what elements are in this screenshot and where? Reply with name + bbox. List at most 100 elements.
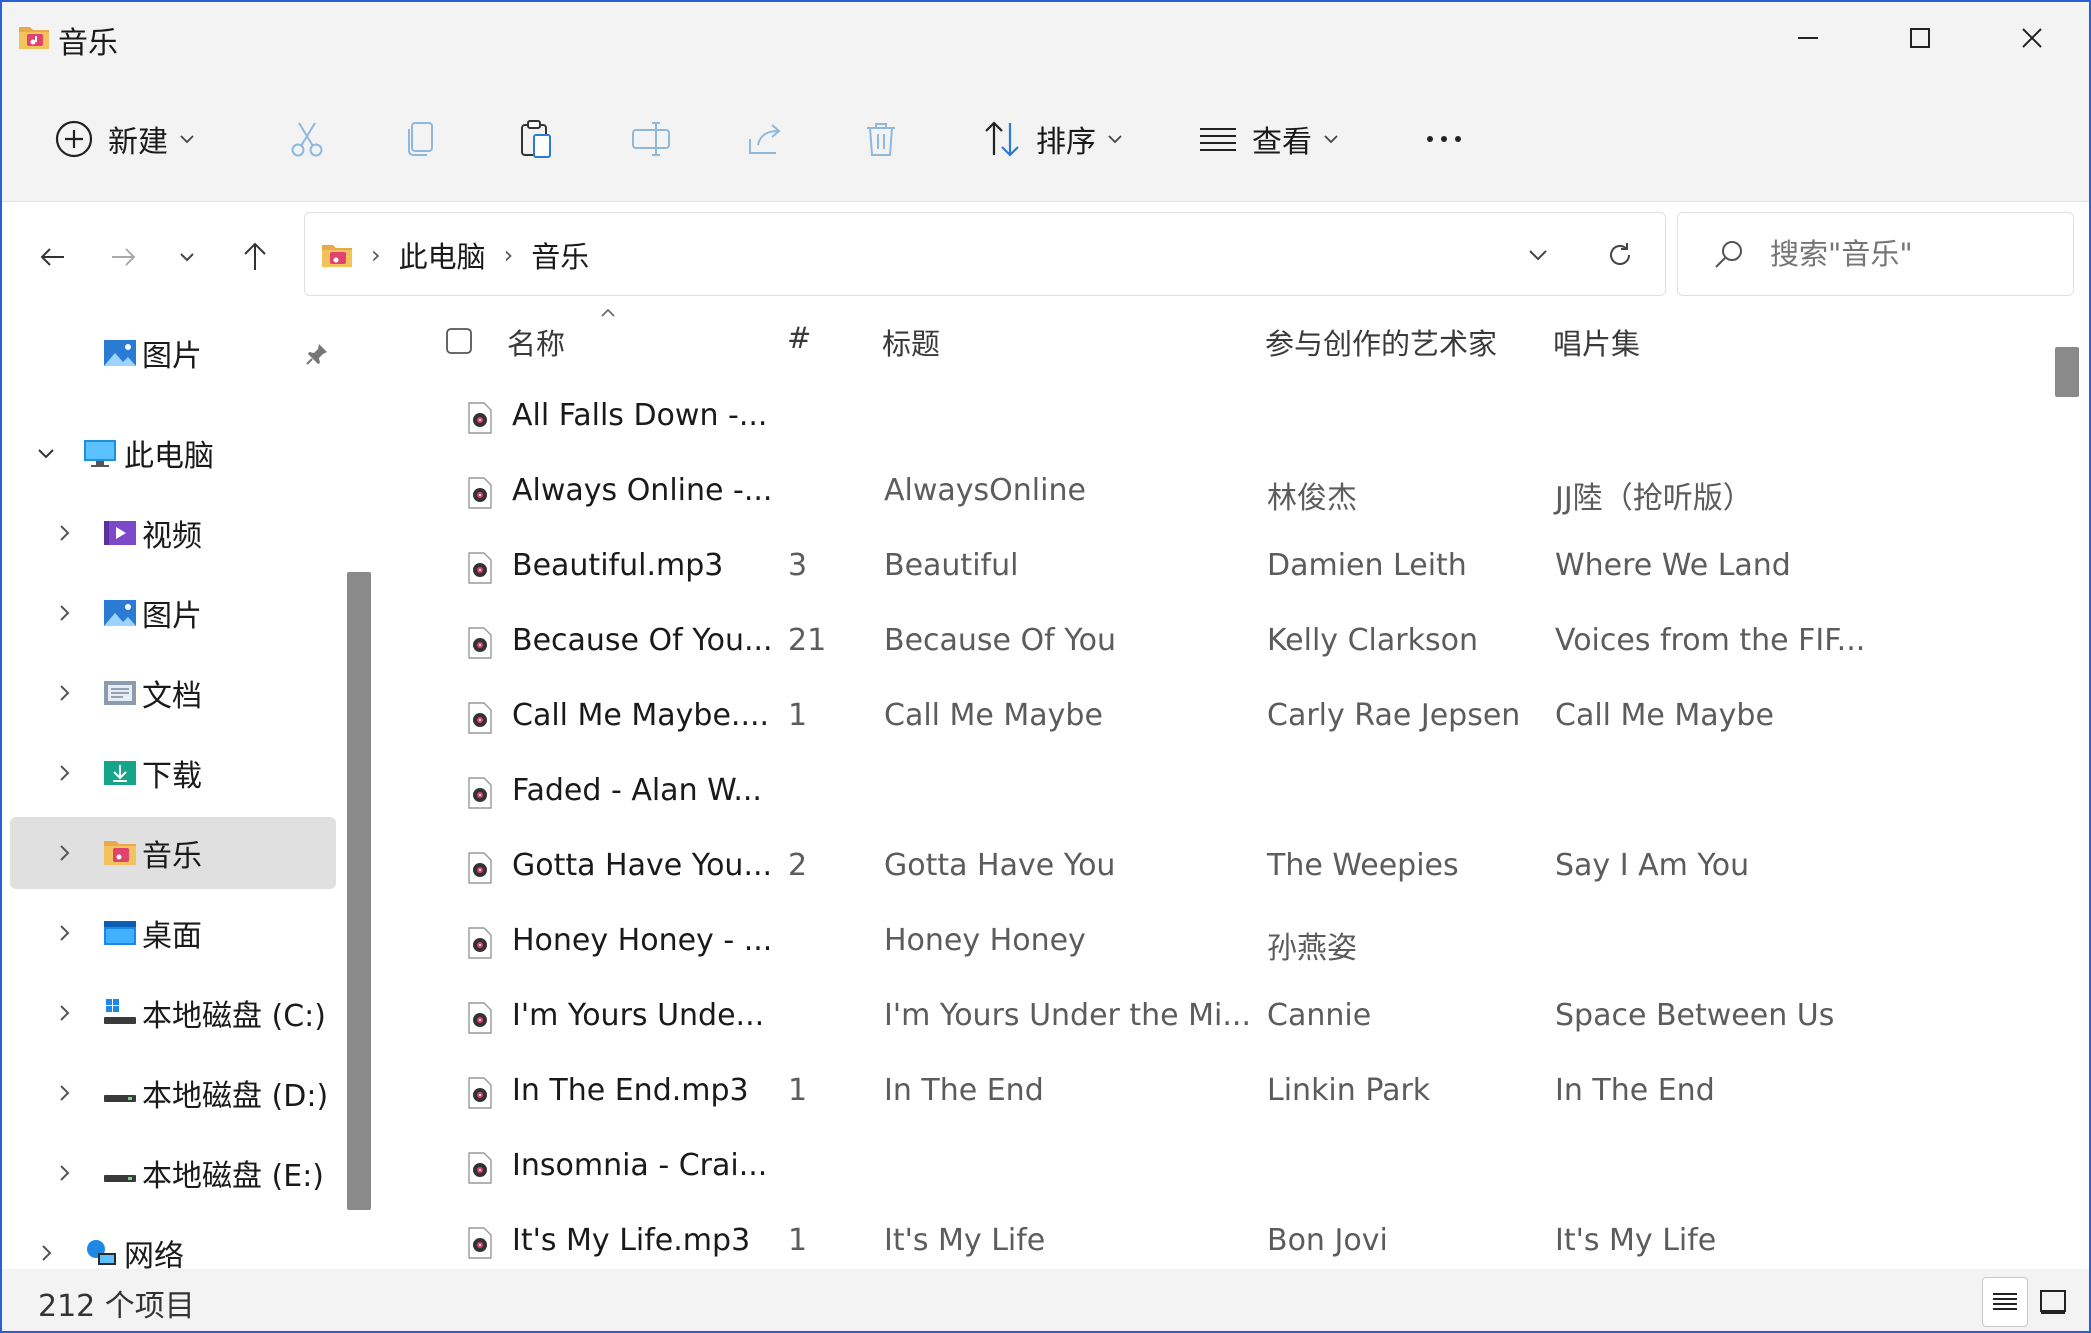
select-all-checkbox[interactable] — [445, 327, 473, 355]
sidebar-item-desktop[interactable]: 桌面 — [10, 897, 336, 969]
sidebar-item-documents[interactable]: 文档 — [10, 657, 336, 729]
file-list-scrollbar[interactable] — [2055, 307, 2089, 1269]
chevron-down-icon[interactable] — [36, 443, 56, 463]
file-row[interactable]: I'm Yours Unde... I'm Yours Under the Mi.… — [377, 982, 2057, 1057]
pictures-icon — [104, 600, 136, 626]
column-header-artists[interactable]: 参与创作的艺术家 — [1265, 321, 1497, 363]
sidebar-item-pictures[interactable]: 图片 — [10, 577, 336, 649]
file-row[interactable]: Insomnia - Crai... — [377, 1132, 2057, 1207]
file-row[interactable]: Because Of You... 21 Because Of You Kelly C… — [377, 607, 2057, 682]
audio-file-icon — [468, 777, 492, 809]
file-row[interactable]: Faded - Alan W... — [377, 757, 2057, 832]
cut-button[interactable] — [285, 104, 329, 174]
file-title: Beautiful — [884, 548, 1019, 583]
breadcrumb-music[interactable]: 音乐 — [531, 234, 589, 276]
search-input[interactable] — [1770, 237, 2070, 271]
new-button[interactable]: 新建 — [52, 104, 196, 174]
chevron-right-icon[interactable] — [54, 603, 74, 623]
chevron-right-icon[interactable] — [54, 683, 74, 703]
downloads-icon — [104, 761, 136, 785]
file-album: JJ陸（抢听版） — [1555, 481, 1753, 516]
up-button[interactable] — [230, 232, 280, 282]
file-list-scrollbar-thumb[interactable] — [2055, 347, 2079, 397]
copy-button[interactable] — [400, 104, 444, 174]
sidebar-item-network[interactable]: 网络 — [10, 1217, 336, 1269]
sort-button[interactable]: 排序 — [980, 104, 1124, 174]
share-button[interactable] — [744, 104, 788, 174]
file-row[interactable]: Always Online -... AlwaysOnline 林俊杰 JJ陸（抢听版… — [377, 457, 2057, 532]
rename-icon — [632, 122, 670, 156]
arrow-right-icon — [112, 248, 136, 266]
arrow-up-icon — [244, 242, 266, 270]
file-track-number: 3 — [788, 548, 808, 583]
large-icons-view-button[interactable] — [2030, 1277, 2076, 1327]
file-title: AlwaysOnline — [884, 473, 1086, 508]
chevron-right-icon[interactable] — [54, 923, 74, 943]
chevron-right-icon[interactable] — [36, 1243, 56, 1263]
file-row[interactable]: Gotta Have You... 2 Gotta Have You The Weep… — [377, 832, 2057, 907]
back-button[interactable] — [28, 232, 78, 282]
navigation-bar: › 此电脑 › 音乐 — [2, 202, 2089, 307]
details-view-button[interactable] — [1982, 1277, 2028, 1327]
scissors-icon — [291, 122, 323, 157]
drive-icon — [104, 1175, 136, 1182]
sidebar-item-videos[interactable]: 视频 — [10, 497, 336, 569]
chevron-right-icon[interactable] — [54, 1163, 74, 1183]
minimize-button[interactable] — [1752, 2, 1864, 74]
chevron-right-icon[interactable] — [54, 763, 74, 783]
pin-icon[interactable] — [304, 341, 330, 367]
sidebar-item-downloads[interactable]: 下载 — [10, 737, 336, 809]
details-view-icon — [1993, 1293, 2017, 1310]
file-row[interactable]: Call Me Maybe.... 1 Call Me Maybe Carly Rae… — [377, 682, 2057, 757]
close-button[interactable] — [1976, 2, 2088, 74]
breadcrumb-this-pc[interactable]: 此电脑 — [399, 234, 486, 276]
sidebar-item-label: 本地磁盘 (D:) — [142, 1079, 329, 1114]
view-label: 查看 — [1252, 125, 1312, 160]
address-dropdown-icon[interactable] — [1523, 240, 1553, 270]
sidebar-item-pictures-pinned[interactable]: 图片 — [10, 317, 336, 389]
file-track-number: 1 — [788, 698, 808, 733]
file-title: In The End — [884, 1073, 1044, 1108]
sidebar-item-drive-e[interactable]: 本地磁盘 (E:) — [10, 1137, 336, 1209]
column-header-name[interactable]: 名称 — [507, 321, 565, 363]
chevron-right-icon[interactable] — [54, 1083, 74, 1103]
file-row[interactable]: It's My Life.mp3 1 It's My Life Bon Jovi It'… — [377, 1207, 2057, 1269]
sidebar-item-drive-d[interactable]: 本地磁盘 (D:) — [10, 1057, 336, 1129]
audio-file-icon — [468, 402, 492, 434]
file-name: All Falls Down -... — [512, 398, 768, 433]
sidebar-item-music[interactable]: 音乐 — [10, 817, 336, 889]
view-button[interactable]: 查看 — [1196, 104, 1340, 174]
sidebar-item-drive-c[interactable]: 本地磁盘 (C:) — [10, 977, 336, 1049]
audio-file-icon — [468, 1002, 492, 1034]
chevron-right-icon[interactable] — [54, 843, 74, 863]
sidebar-item-label: 此电脑 — [124, 439, 214, 474]
audio-file-icon — [468, 702, 492, 734]
forward-button[interactable] — [98, 232, 148, 282]
file-row[interactable]: Honey Honey - ... Honey Honey 孙燕姿 — [377, 907, 2057, 982]
sidebar-scrollbar-thumb[interactable] — [347, 572, 371, 1210]
file-album: Say I Am You — [1555, 848, 1750, 883]
column-header-title[interactable]: 标题 — [882, 321, 940, 363]
chevron-right-icon[interactable] — [54, 1003, 74, 1023]
file-row[interactable]: Beautiful.mp3 3 Beautiful Damien Leith Where… — [377, 532, 2057, 607]
file-row[interactable]: All Falls Down -... — [377, 382, 2057, 457]
more-options-button[interactable] — [1422, 104, 1466, 174]
file-name: It's My Life.mp3 — [512, 1223, 751, 1258]
music-folder-icon — [19, 27, 49, 49]
recent-locations-button[interactable] — [162, 232, 212, 282]
desktop-icon — [104, 921, 136, 945]
file-row[interactable]: In The End.mp3 1 In The End Linkin Park In T… — [377, 1057, 2057, 1132]
delete-button[interactable] — [859, 104, 903, 174]
file-name: In The End.mp3 — [512, 1073, 749, 1108]
address-bar[interactable]: › 此电脑 › 音乐 — [304, 212, 1666, 296]
sidebar-item-this-pc[interactable]: 此电脑 — [10, 417, 336, 489]
paste-button[interactable] — [514, 104, 558, 174]
column-header-album[interactable]: 唱片集 — [1553, 321, 1640, 363]
refresh-icon[interactable] — [1605, 240, 1635, 270]
search-box[interactable] — [1677, 212, 2074, 296]
rename-button[interactable] — [629, 104, 673, 174]
navigation-pane: 图片 此电脑 视频 图片 文档 下载 音乐 桌面 本地磁盘 (C:) 本地磁盘 … — [2, 307, 377, 1269]
column-header-track[interactable]: # — [787, 321, 811, 355]
chevron-right-icon[interactable] — [54, 523, 74, 543]
maximize-button[interactable] — [1864, 2, 1976, 74]
